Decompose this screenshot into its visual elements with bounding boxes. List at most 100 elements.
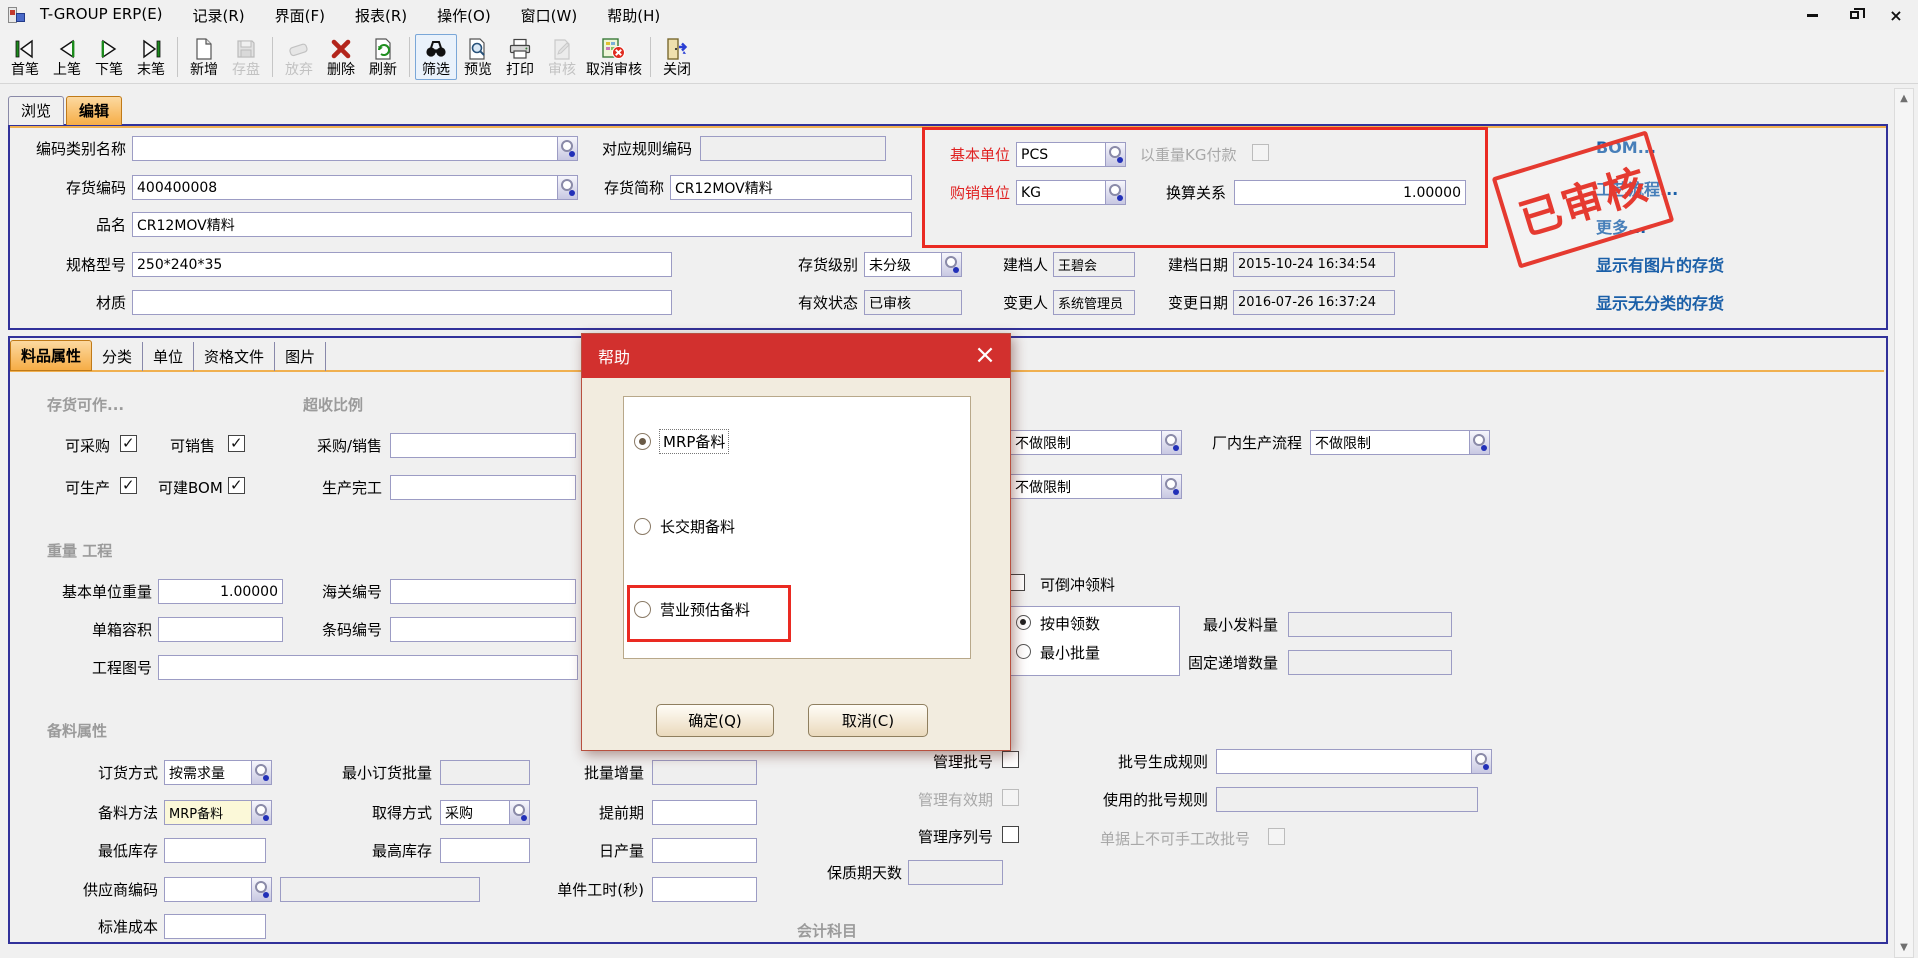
manage-serial-checkbox[interactable] [1002,826,1019,843]
menu-item-report[interactable]: 报表(R) [355,5,407,26]
rule-code-input[interactable] [701,137,885,160]
shelf-days-field[interactable] [908,860,1003,885]
supplier-input[interactable] [165,878,251,901]
dialog-titlebar[interactable]: 帮助 × [582,334,1010,378]
create-date-input[interactable] [1234,253,1394,276]
conversion-input[interactable] [1235,181,1465,204]
lookup-icon[interactable] [1161,475,1181,498]
product-name-input[interactable] [133,213,911,236]
trade-unit-input[interactable] [1017,181,1105,204]
lookup-icon[interactable] [557,176,577,199]
lookup-icon[interactable] [251,761,271,784]
last-record-button[interactable]: 末笔 [130,35,172,79]
spec-field[interactable] [132,252,672,277]
pay-by-weight-checkbox[interactable] [1252,144,1269,161]
supplier-field[interactable] [164,877,272,902]
tab-category[interactable]: 分类 [92,342,143,371]
link-show-with-images[interactable]: 显示有图片的存货 [1596,252,1724,276]
prod-done-field[interactable] [390,475,576,500]
producible-checkbox[interactable] [120,477,137,494]
vertical-scrollbar[interactable]: ▲ ▼ [1894,88,1914,958]
shelf-days-input[interactable] [909,861,1002,884]
material-input[interactable] [133,291,671,314]
radio-long-lead[interactable] [634,518,651,535]
purchase-sale-input[interactable] [391,434,575,457]
prev-record-button[interactable]: 上笔 [46,35,88,79]
max-stock-input[interactable] [441,839,529,862]
restriction-b-field[interactable] [1010,474,1182,499]
acquire-field[interactable] [440,800,530,825]
drawing-field[interactable] [158,655,578,680]
prod-done-input[interactable] [391,476,575,499]
min-order-field[interactable] [440,760,530,785]
cancel-button[interactable]: 取消(C) [808,704,928,737]
lookup-icon[interactable] [251,878,271,901]
base-unit-input[interactable] [1017,143,1105,166]
manage-expiry-checkbox[interactable] [1002,789,1019,806]
coding-category-input[interactable] [133,137,557,160]
min-stock-input[interactable] [165,839,265,862]
tab-images[interactable]: 图片 [275,342,326,371]
conversion-field[interactable] [1234,180,1466,205]
creator-input[interactable] [1054,253,1134,276]
base-weight-field[interactable] [158,579,283,604]
item-short-field[interactable] [670,175,912,200]
option-long-lead[interactable]: 长交期备料 [634,514,735,538]
std-cost-field[interactable] [164,914,266,939]
modify-date-input[interactable] [1234,291,1394,314]
lookup-icon[interactable] [941,253,961,276]
radio-by-request[interactable] [1016,615,1031,630]
order-mode-field[interactable] [164,760,272,785]
preview-button[interactable]: 预览 [457,35,499,79]
no-manual-batch-checkbox[interactable] [1268,828,1285,845]
save-button[interactable]: 存盘 [225,35,267,79]
option-mrp[interactable]: MRP备料 [634,429,728,453]
batch-rule-input[interactable] [1217,750,1471,773]
factory-flow-input[interactable] [1311,431,1469,454]
used-batch-rule-input[interactable] [1217,788,1477,811]
tab-edit[interactable]: 编辑 [66,96,122,125]
fixed-inc-input[interactable] [1289,651,1451,674]
scroll-down-icon[interactable]: ▼ [1895,942,1913,953]
radio-min-batch[interactable] [1016,644,1031,659]
new-button[interactable]: 新增 [183,35,225,79]
modifier-field[interactable] [1053,290,1135,315]
batch-inc-input[interactable] [653,761,756,784]
dialog-close-icon[interactable]: × [970,340,1000,370]
lookup-icon[interactable] [1469,431,1489,454]
menu-item-app[interactable]: T-GROUP ERP(E) [40,5,163,26]
menu-item-window[interactable]: 窗口(W) [521,5,578,26]
base-unit-field[interactable] [1016,142,1126,167]
batch-inc-field[interactable] [652,760,757,785]
unit-time-input[interactable] [653,878,756,901]
tab-browse[interactable]: 浏览 [8,96,64,125]
min-issue-field[interactable] [1288,612,1452,637]
lookup-icon[interactable] [1471,750,1491,773]
min-stock-field[interactable] [164,838,266,863]
min-order-input[interactable] [441,761,529,784]
refresh-button[interactable]: 刷新 [362,35,404,79]
restriction-a-input[interactable] [1011,431,1161,454]
create-date-field[interactable] [1233,252,1395,277]
unit-time-field[interactable] [652,877,757,902]
std-cost-input[interactable] [165,915,265,938]
acquire-input[interactable] [441,801,509,824]
supplier-name-input[interactable] [281,878,479,901]
status-field[interactable] [864,290,962,315]
lead-time-input[interactable] [653,801,756,824]
sellable-checkbox[interactable] [228,435,245,452]
radio-sales-forecast[interactable] [634,601,651,618]
can-bom-checkbox[interactable] [228,477,245,494]
prep-method-field[interactable] [164,800,272,825]
batch-rule-field[interactable] [1216,749,1492,774]
box-volume-field[interactable] [158,617,283,642]
lookup-icon[interactable] [1105,143,1125,166]
menu-item-operation[interactable]: 操作(O) [437,5,491,26]
item-code-input[interactable] [133,176,557,199]
box-volume-input[interactable] [159,618,282,641]
status-input[interactable] [865,291,961,314]
factory-flow-field[interactable] [1310,430,1490,455]
item-code-field[interactable] [132,175,578,200]
lookup-icon[interactable] [557,137,577,160]
fixed-inc-field[interactable] [1288,650,1452,675]
